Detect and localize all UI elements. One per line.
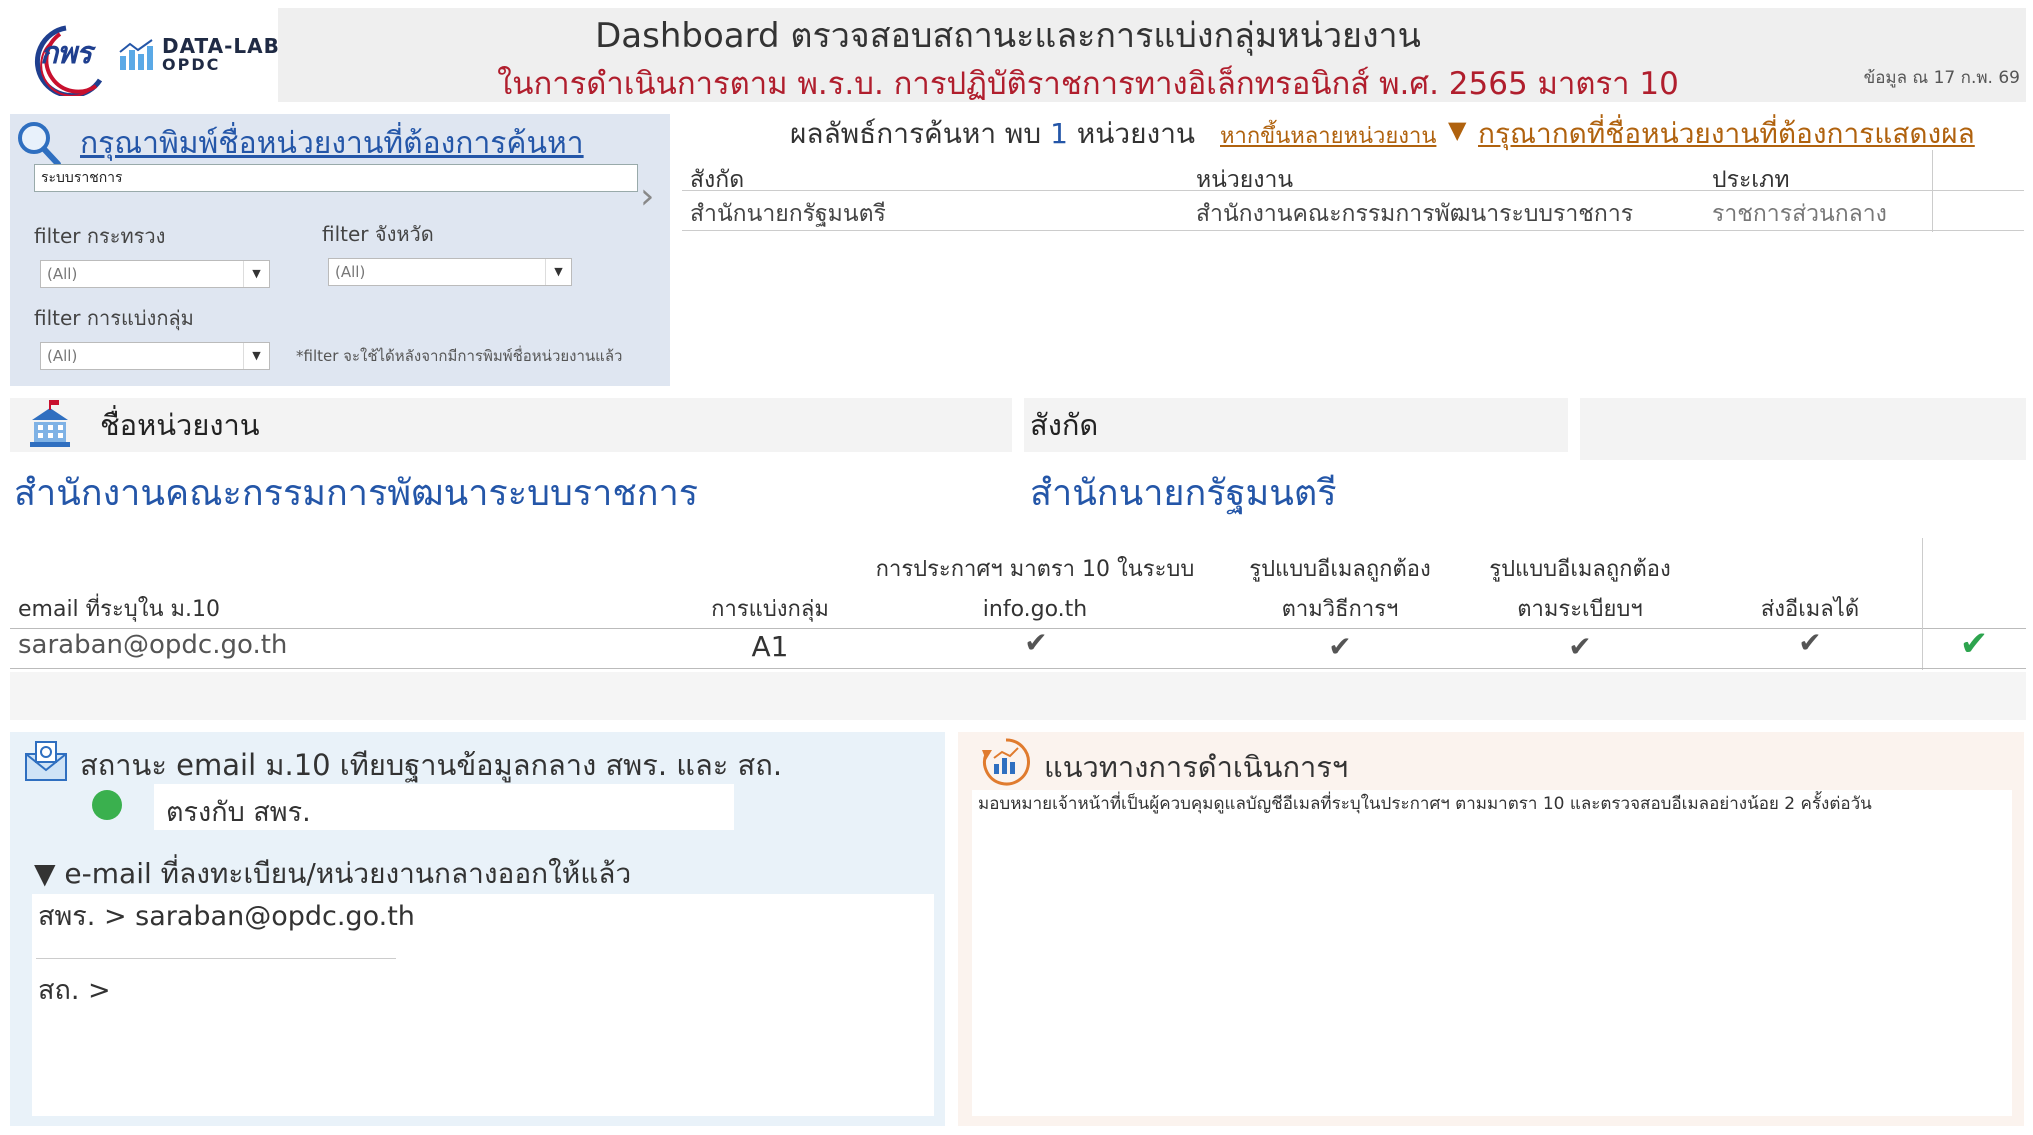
filter-ministry-value: (All) — [47, 265, 78, 283]
registered-email-dla: สถ. > — [38, 975, 111, 1006]
datalab-subtitle: OPDC — [162, 55, 221, 74]
parent-label-box — [1024, 398, 1568, 452]
chevron-down-icon[interactable]: ▼ — [243, 261, 269, 287]
format-method-check-icon: ✔ — [1328, 630, 1352, 663]
match-status-text: ตรงกับ สพร. — [166, 797, 311, 828]
status-title: สถานะ email ม.10 เทียบฐานข้อมูลกลาง สพร.… — [80, 748, 783, 782]
filter-province-dropdown[interactable]: (All) ▼ — [328, 258, 572, 286]
ocsc-logo-text: กพร — [40, 36, 92, 71]
format-method-col-header-1: รูปแบบอีเมลถูกต้อง — [1249, 557, 1431, 582]
results-prefix: ผลลัพธ์การค้นหา พบ — [790, 117, 1051, 150]
search-title: กรุณาพิมพ์ชื่อหน่วยงานที่ต้องการค้นหา — [80, 126, 584, 161]
data-date: ข้อมูล ณ 17 ก.พ. 69 — [1863, 68, 2020, 88]
analytics-refresh-icon — [982, 738, 1030, 786]
overall-status-check-icon: ✔ — [1959, 624, 1989, 664]
filter-ministry-label: filter กระทรวง — [34, 224, 166, 248]
registered-email-title[interactable]: ▼ e-mail ที่ลงทะเบียน/หน่วยงานกลางออกให้… — [34, 852, 631, 896]
results-header-divider — [682, 190, 2024, 191]
guidance-text: มอบหมายเจ้าหน้าที่เป็นผู้ควบคุมดูแลบัญชี… — [978, 794, 1872, 814]
agency-name: สำนักงานคณะกรรมการพัฒนาระบบราชการ — [14, 473, 699, 514]
government-building-icon — [30, 400, 70, 447]
match-status-dot-icon — [92, 790, 122, 820]
registered-email-divider — [36, 958, 396, 959]
sendable-check-icon: ✔ — [1798, 626, 1822, 659]
triangle-down-icon: ▼ — [1448, 116, 1467, 144]
announce-col-header-1: การประกาศฯ มาตรา 10 ในระบบ — [875, 557, 1195, 582]
empty-info-box — [1580, 398, 2026, 460]
chevron-right-icon[interactable]: › — [640, 176, 654, 217]
filter-group-dropdown[interactable]: (All) ▼ — [40, 342, 270, 370]
result-cell-parent[interactable]: สำนักนายกรัฐมนตรี — [690, 196, 886, 232]
format-method-col-header-2: ตามวิธีการฯ — [1281, 597, 1399, 622]
results-summary: ผลลัพธ์การค้นหา พบ 1 หน่วยงาน — [790, 112, 1195, 156]
email-table-footer — [10, 672, 2026, 720]
parent-name: สำนักนายกรัฐมนตรี — [1030, 473, 1337, 514]
result-cell-type[interactable]: ราชการส่วนกลาง — [1712, 196, 1887, 232]
announce-check-icon: ✔ — [1024, 626, 1048, 659]
results-count: 1 — [1050, 117, 1068, 150]
chevron-down-icon[interactable]: ▼ — [545, 259, 571, 285]
format-reg-col-header-2: ตามระเบียบฯ — [1517, 597, 1643, 622]
page-subtitle: ในการดำเนินการตาม พ.ร.บ. การปฏิบัติราชกา… — [497, 66, 1679, 102]
email-vertical-divider — [1922, 538, 1923, 670]
sendable-col-header: ส่งอีเมลได้ — [1760, 597, 1860, 622]
filter-province-label: filter จังหวัด — [322, 222, 434, 246]
email-col-header: email ที่ระบุใน ม.10 — [18, 597, 221, 622]
group-col-header: การแบ่งกลุ่ม — [711, 597, 829, 622]
format-reg-check-icon: ✔ — [1568, 630, 1592, 663]
results-multi-link[interactable]: หากขึ้นหลายหน่วยงาน — [1220, 118, 1436, 153]
guidance-text-box — [972, 790, 2012, 1116]
search-icon — [18, 122, 61, 167]
announce-col-header-2: info.go.th — [982, 597, 1088, 622]
chevron-down-icon[interactable]: ▼ — [243, 343, 269, 369]
result-cell-agency[interactable]: สำนักงานคณะกรรมการพัฒนาระบบราชการ — [1196, 196, 1633, 232]
guidance-title: แนวทางการดำเนินการฯ — [1044, 750, 1349, 784]
parent-label: สังกัด — [1030, 408, 1099, 442]
results-col-parent: สังกัด — [690, 167, 745, 193]
registered-email-dga: สพร. > saraban@opdc.go.th — [38, 901, 415, 932]
results-select-link[interactable]: กรุณากดที่ชื่อหน่วยงานที่ต้องการแสดงผล — [1478, 112, 1975, 156]
results-col-type: ประเภท — [1712, 167, 1790, 193]
page-title: Dashboard ตรวจสอบสถานะและการแบ่งกลุ่มหน่… — [595, 16, 1421, 56]
filter-group-label: filter การแบ่งกลุ่ม — [34, 306, 194, 330]
filter-group-value: (All) — [47, 347, 78, 365]
email-row-divider — [10, 668, 2026, 669]
results-vertical-divider — [1932, 150, 1933, 232]
search-input[interactable] — [34, 164, 638, 192]
envelope-icon — [25, 741, 67, 781]
group-value: A1 — [751, 630, 789, 663]
datalab-chart-icon — [119, 39, 153, 70]
results-suffix: หน่วยงาน — [1067, 117, 1196, 150]
filter-note: *filter จะใช้ได้หลังจากมีการพิมพ์ชื่อหน่… — [296, 347, 623, 365]
format-reg-col-header-1: รูปแบบอีเมลถูกต้อง — [1489, 557, 1671, 582]
email-value: saraban@opdc.go.th — [18, 630, 288, 660]
results-row-divider — [682, 230, 2024, 231]
filter-ministry-dropdown[interactable]: (All) ▼ — [40, 260, 270, 288]
results-col-agency: หน่วยงาน — [1196, 167, 1294, 193]
filter-province-value: (All) — [335, 263, 366, 281]
agency-label: ชื่อหน่วยงาน — [100, 408, 260, 442]
